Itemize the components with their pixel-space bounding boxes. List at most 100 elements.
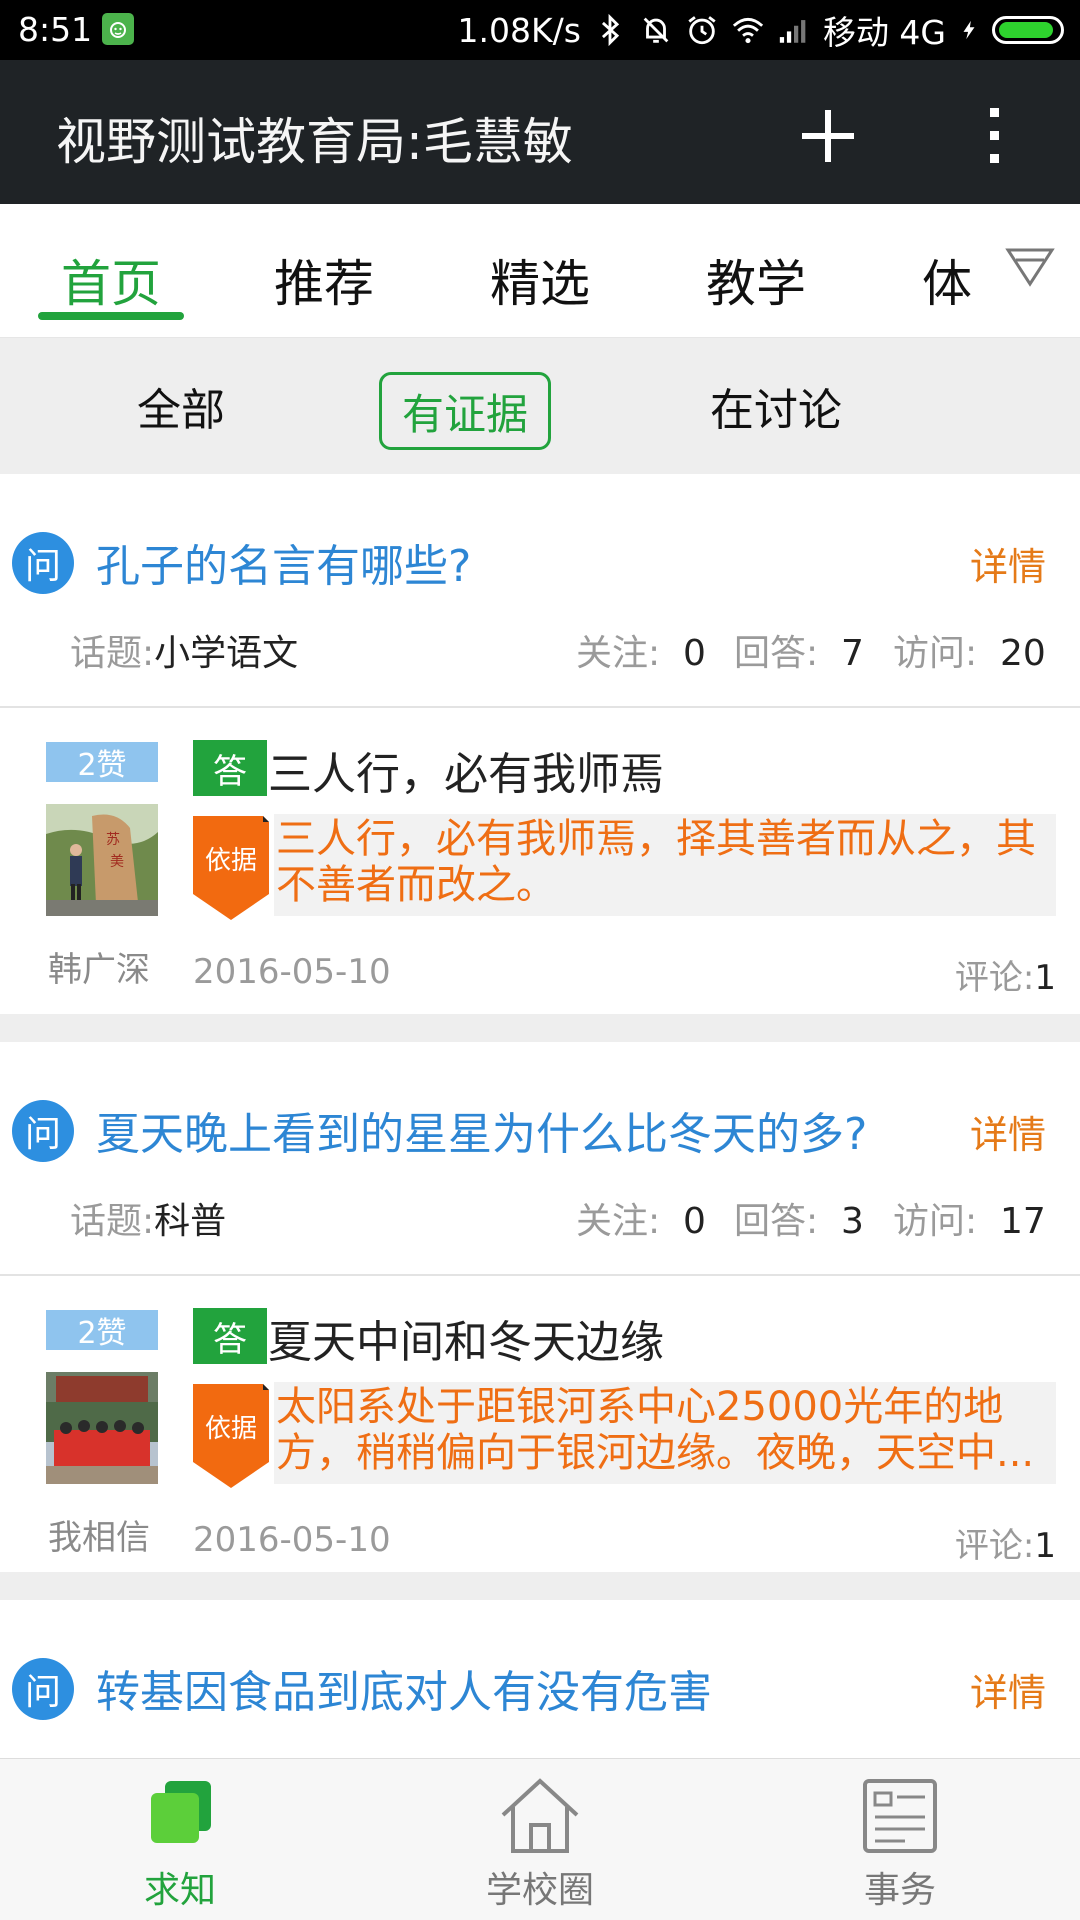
question-badge-icon: 问: [12, 1658, 74, 1720]
svg-text:美: 美: [110, 854, 124, 870]
detail-link[interactable]: 详情: [970, 1104, 1046, 1159]
card-separator: [0, 1014, 1080, 1042]
alarm-icon: [688, 16, 716, 45]
filter-discussing[interactable]: 在讨论: [710, 374, 842, 438]
avatar[interactable]: [46, 1372, 158, 1484]
answer-title[interactable]: 三人行，必有我师焉: [268, 738, 664, 802]
evidence-text[interactable]: 三人行，必有我师焉，择其善者而从之，其不善者而改之。: [274, 814, 1056, 916]
tab-featured[interactable]: 精选: [490, 244, 590, 316]
follow-label: 关注:: [576, 1201, 661, 1242]
question-row[interactable]: 问 转基因食品到底对人有没有危害 详情: [0, 1600, 1080, 1772]
avatar[interactable]: 苏 美: [46, 804, 158, 916]
evidence-badge-label: 依据: [204, 1414, 257, 1444]
evidence-badge-icon: 依据: [193, 816, 269, 920]
topic: 话题:小学语文: [70, 624, 298, 676]
question-title[interactable]: 孔子的名言有哪些?: [96, 530, 471, 594]
author-name[interactable]: 我相信: [48, 1510, 150, 1559]
evidence-text-content: 三人行，必有我师焉，择其善者而从之，其不善者而改之。: [276, 816, 1036, 908]
battery-icon: [992, 16, 1064, 44]
bottom-navigation: 求知 学校圈 事务: [0, 1758, 1080, 1920]
answers-value: 3: [841, 1201, 864, 1242]
nav-knowledge-label: 求知: [143, 1870, 216, 1911]
app-bar: 视野测试教育局:毛慧敏: [0, 60, 1080, 204]
tab-sports[interactable]: 体: [922, 244, 972, 316]
comment-count[interactable]: 评论:1: [955, 950, 1056, 999]
question-row[interactable]: 问 夏天晚上看到的星星为什么比冬天的多? 详情: [0, 1042, 1080, 1214]
visits-value: 20: [1000, 633, 1046, 674]
net-speed: 1.08K/s: [457, 10, 581, 50]
filter-with-evidence[interactable]: 有证据: [379, 372, 551, 450]
topic-label: 话题:: [70, 1201, 155, 1242]
nav-school-circle[interactable]: 学校圈: [440, 1771, 640, 1920]
comments-value: 1: [1034, 1526, 1056, 1566]
answer-title[interactable]: 夏天中间和冬天边缘: [268, 1306, 664, 1370]
question-card[interactable]: 问 夏天晚上看到的星星为什么比冬天的多? 详情 话题:科普 关注: 0 回答: …: [0, 1042, 1080, 1572]
topic: 话题:科普: [70, 1192, 226, 1244]
question-card[interactable]: 问 孔子的名言有哪些? 详情 话题:小学语文 关注: 0 回答: 7 访问: 2…: [0, 474, 1080, 1014]
topic-label: 话题:: [70, 633, 155, 674]
evidence-text[interactable]: 太阳系处于距银河系中心25000光年的地方，稍稍偏向于银河边缘。夜晚，天空中..…: [274, 1382, 1056, 1484]
tab-teaching[interactable]: 教学: [706, 244, 806, 316]
author-name[interactable]: 韩广深: [48, 942, 150, 991]
bluetooth-icon: [601, 13, 620, 47]
follow-label: 关注:: [576, 633, 661, 674]
nav-knowledge[interactable]: 求知: [80, 1771, 280, 1920]
detail-link[interactable]: 详情: [970, 536, 1046, 591]
visits-label: 访问:: [893, 1201, 978, 1242]
evidence-badge-label: 依据: [204, 846, 257, 876]
answer-item[interactable]: 2赞 我相信 答 夏天中间和冬天边缘 依据 太阳系处于距银河系中心25000光年…: [0, 1276, 1080, 1584]
question-badge-icon: 问: [12, 532, 74, 594]
page-title: 视野测试教育局:毛慧敏: [56, 113, 573, 171]
question-badge-icon: 问: [12, 1100, 74, 1162]
document-icon: [863, 1779, 937, 1853]
charging-icon: [963, 20, 975, 40]
question-title[interactable]: 夏天晚上看到的星星为什么比冬天的多?: [96, 1098, 867, 1162]
category-tabs: 首页 推荐 精选 教学 体: [0, 204, 1080, 338]
visits-label: 访问:: [893, 633, 978, 674]
follow-value: 0: [683, 1201, 706, 1242]
question-meta: 话题:小学语文 关注: 0 回答: 7 访问: 20: [0, 624, 1080, 684]
signal-icon: [779, 20, 806, 43]
answer-badge: 答: [193, 740, 267, 796]
more-menu-icon[interactable]: [975, 98, 1015, 174]
filter-all[interactable]: 全部: [137, 374, 225, 438]
answers-label: 回答:: [734, 1201, 819, 1242]
nav-affairs-label: 事务: [863, 1870, 936, 1911]
question-row[interactable]: 问 孔子的名言有哪些? 详情: [0, 474, 1080, 646]
comments-value: 1: [1034, 958, 1056, 998]
add-button[interactable]: [790, 98, 866, 174]
comment-count[interactable]: 评论:1: [955, 1518, 1056, 1567]
status-time: 8:51: [18, 10, 93, 49]
app-notification-icon: [102, 13, 134, 45]
answer-badge: 答: [193, 1308, 267, 1364]
detail-link[interactable]: 详情: [970, 1662, 1046, 1717]
tab-home[interactable]: 首页: [61, 244, 161, 316]
topic-value[interactable]: 小学语文: [154, 633, 298, 674]
question-feed: 问 孔子的名言有哪些? 详情 话题:小学语文 关注: 0 回答: 7 访问: 2…: [0, 474, 1080, 1800]
visit-count: 访问: 17: [893, 1192, 1046, 1244]
status-bar: 8:51 1.08K/s 移动 4G: [0, 0, 1080, 60]
knowledge-icon: [151, 1781, 211, 1843]
follow-count: 关注: 0: [576, 1192, 706, 1244]
answer-count: 回答: 3: [734, 1192, 864, 1244]
answer-item[interactable]: 2赞 苏 美 韩广深 答 三人行，必有我师焉 依据 三人行，必有我师焉，择其善者…: [0, 708, 1080, 1016]
home-icon: [501, 1778, 579, 1853]
nav-school-circle-label: 学校圈: [485, 1870, 594, 1911]
carrier-label: 移动 4G: [822, 13, 946, 52]
answer-count: 回答: 7: [734, 624, 864, 676]
wifi-icon: [732, 17, 764, 44]
active-tab-indicator: [38, 312, 184, 320]
tab-recommend[interactable]: 推荐: [274, 244, 374, 316]
nav-affairs[interactable]: 事务: [800, 1771, 1000, 1920]
answers-value: 7: [841, 633, 864, 674]
filter-bar: 全部 有证据 在讨论: [0, 338, 1080, 474]
question-title[interactable]: 转基因食品到底对人有没有危害: [96, 1656, 712, 1720]
likes-badge: 2赞: [46, 742, 158, 783]
topic-value[interactable]: 科普: [154, 1201, 226, 1242]
visits-value: 17: [1000, 1201, 1046, 1242]
visit-count: 访问: 20: [893, 624, 1046, 676]
likes-badge: 2赞: [46, 1310, 158, 1351]
tabs-dropdown-icon[interactable]: [1004, 244, 1056, 292]
follow-value: 0: [683, 633, 706, 674]
answer-date: 2016-05-10: [193, 1520, 391, 1560]
